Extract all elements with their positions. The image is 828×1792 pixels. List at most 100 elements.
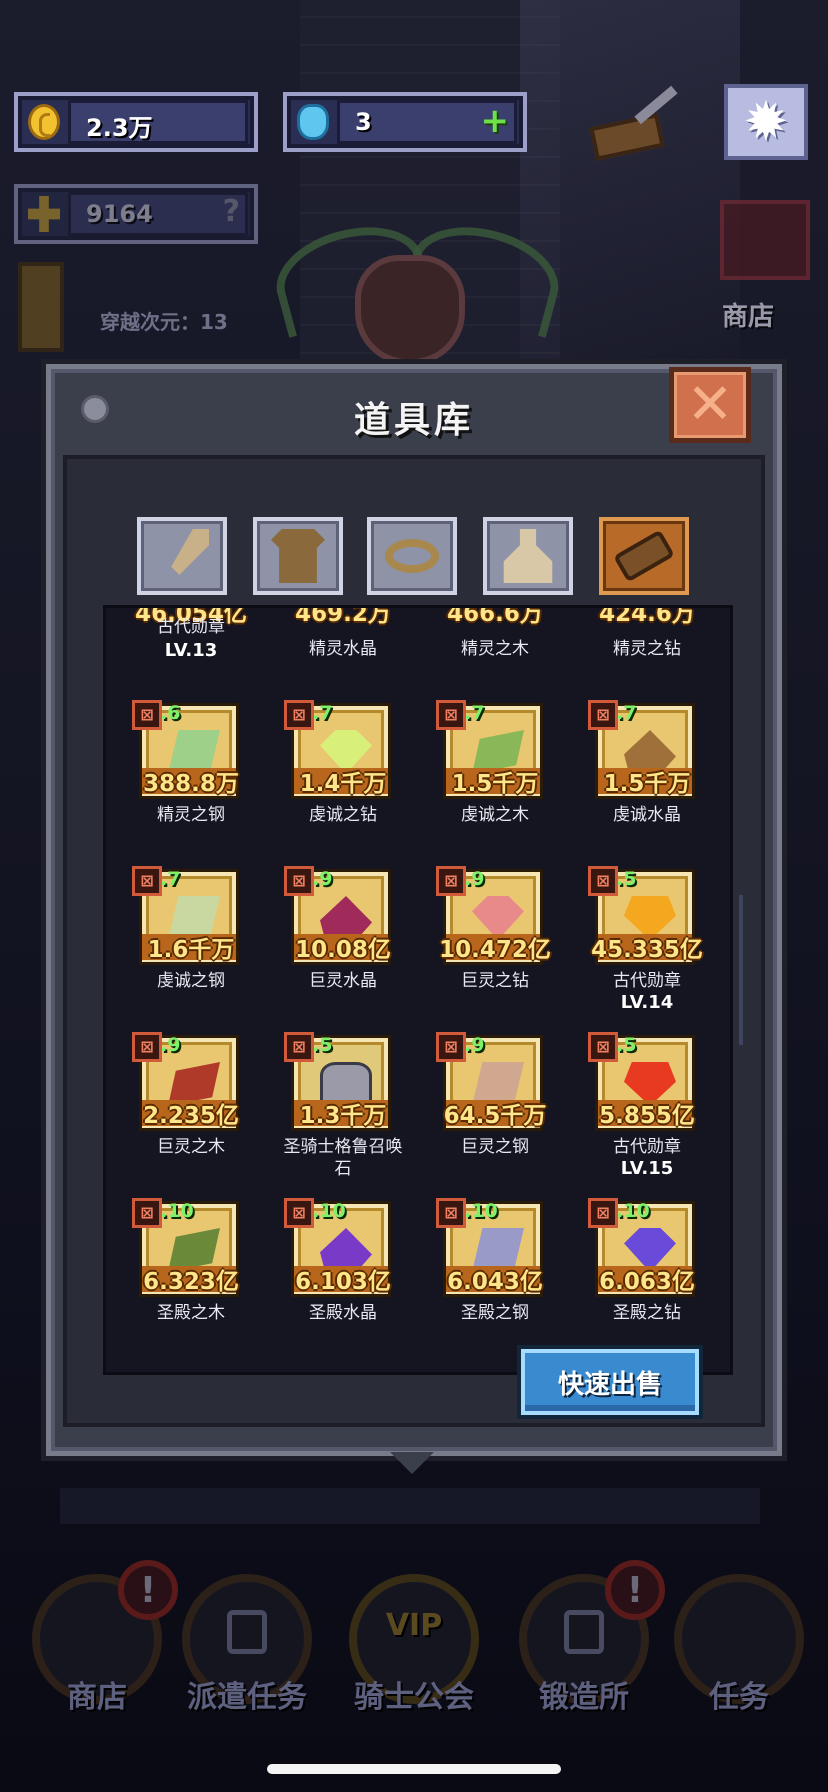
item-cell[interactable]: ⊠ .10 6.323亿圣殿之木 (116, 1198, 266, 1366)
category-tabs (137, 517, 697, 597)
tab-weapons[interactable] (137, 517, 227, 595)
item-cell[interactable]: ⊠ .10 6.103亿 圣殿水晶 (268, 1198, 418, 1366)
settings-button[interactable]: ✹ (724, 84, 808, 160)
ring-icon (385, 539, 439, 573)
item-grid[interactable]: 46.054亿 古代勋章 LV.13 469.2万 精灵水晶 466.6万 精灵… (103, 605, 733, 1375)
power-value: 9164 (86, 200, 153, 228)
item-name: 圣殿水晶 (309, 1303, 377, 1323)
tab-accessories[interactable] (367, 517, 457, 595)
log-icon (613, 529, 675, 583)
lock-toggle-icon[interactable]: ⊠ (132, 866, 162, 896)
item-cell[interactable]: ⊠ .9 2.235亿巨灵之木 (116, 1032, 266, 1200)
item-count: 1.5千万 (451, 771, 539, 797)
item-tier: .5 (312, 1034, 333, 1056)
item-cell[interactable]: ⊠ .7 1.5千万 虔诚之木 (420, 700, 570, 868)
item-cell[interactable]: ⊠ .7 1.5千万 虔诚水晶 (572, 700, 722, 868)
item-tier: .9 (464, 868, 485, 890)
lock-toggle-icon[interactable]: ⊠ (132, 1198, 162, 1228)
gold-counter: 2.3万 (14, 92, 258, 152)
quick-sell-button[interactable]: 快速出售 (521, 1349, 699, 1415)
item-name: 精灵之钻 (613, 639, 681, 659)
potion-icon (503, 529, 553, 583)
lock-toggle-icon[interactable]: ⊠ (436, 700, 466, 730)
home-indicator[interactable] (267, 1764, 561, 1774)
lock-icon (564, 1610, 604, 1654)
scrollbar[interactable] (739, 895, 743, 1045)
item-count: 10.472亿 (439, 937, 551, 963)
travel-dimension-label: 穿越次元：13 (100, 310, 228, 334)
gear-icon: ✹ (743, 90, 789, 153)
item-cell[interactable]: ⊠ .5 1.3千万 圣骑士格鲁召唤石 (268, 1032, 418, 1200)
item-name: 精灵之木 (461, 639, 529, 659)
item-level-label: LV.14 (620, 992, 674, 1013)
item-count: 466.6万 (447, 605, 543, 627)
item-cell[interactable]: ⊠ .9 10.472亿巨灵之钻 (420, 866, 570, 1034)
tab-armor[interactable] (253, 517, 343, 595)
item-name: 圣殿之钻 (613, 1303, 681, 1323)
lock-toggle-icon[interactable]: ⊠ (436, 866, 466, 896)
nav-label: 派遣任务 (187, 1680, 307, 1715)
item-name: 圣殿之木 (157, 1303, 225, 1323)
item-cell[interactable]: ⊠ .5 5.855亿 古代勋章 LV.15 (572, 1032, 722, 1200)
tab-materials[interactable] (599, 517, 689, 595)
alert-icon: ! (605, 1560, 665, 1620)
hammer-icon[interactable] (589, 85, 682, 161)
nav-knight-guild[interactable]: VIP 骑士公会 (339, 1560, 489, 1720)
lock-toggle-icon[interactable]: ⊠ (284, 866, 314, 896)
sword-icon (171, 529, 209, 575)
gem-value: 3 (355, 108, 372, 136)
lock-toggle-icon[interactable]: ⊠ (132, 1032, 162, 1062)
lock-toggle-icon[interactable]: ⊠ (436, 1198, 466, 1228)
item-cell[interactable]: ⊠ .5 45.335亿 古代勋章 LV.14 (572, 866, 722, 1034)
gold-value: 2.3万 (86, 114, 153, 142)
nav-shop[interactable]: ! 商店 (22, 1560, 178, 1720)
nav-forge[interactable]: ! 锻造所 (509, 1560, 665, 1720)
item-name: 虔诚之钻 (309, 805, 377, 825)
armor-icon (271, 529, 325, 583)
item-cell[interactable]: ⊠ .9 10.08亿 巨灵水晶 (268, 866, 418, 1034)
item-name: 虔诚之木 (461, 805, 529, 825)
item-name: 巨灵之钢 (461, 1137, 529, 1157)
lock-toggle-icon[interactable]: ⊠ (588, 1032, 618, 1062)
lock-toggle-icon[interactable]: ⊠ (284, 1032, 314, 1062)
item-cell[interactable]: ⊠ .6 388.8万 精灵之钢 (116, 700, 266, 868)
item-cell[interactable]: ⊠ .10 6.043亿 圣殿之钢 (420, 1198, 570, 1366)
nav-label: 任务 (709, 1680, 769, 1715)
help-icon[interactable]: ? (223, 194, 240, 229)
lock-toggle-icon[interactable]: ⊠ (132, 700, 162, 730)
tab-potions[interactable] (483, 517, 573, 595)
item-count: 2.235亿 (143, 1103, 239, 1129)
lock-toggle-icon[interactable]: ⊠ (436, 1032, 466, 1062)
side-shop-button[interactable]: 商店 (700, 200, 812, 332)
item-cell[interactable]: ⊠ .9 64.5千万 巨灵之钢 (420, 1032, 570, 1200)
lock-toggle-icon[interactable]: ⊠ (284, 1198, 314, 1228)
item-name: 圣骑士格鲁召唤石 (283, 1137, 403, 1179)
item-cell[interactable]: ⊠ .7 1.6千万 虔诚之钢 (116, 866, 266, 1034)
lock-toggle-icon[interactable]: ⊠ (284, 700, 314, 730)
item-count: 10.08亿 (295, 937, 391, 963)
item-name: 巨灵之钻 (461, 971, 529, 991)
item-name: 巨灵之木 (157, 1137, 225, 1157)
close-button[interactable]: ✕ (669, 367, 751, 443)
item-cell[interactable]: ⊠ .10 6.063亿 圣殿之钻 (572, 1198, 722, 1366)
item-tier: .10 (160, 1200, 194, 1222)
item-count: 469.2万 (295, 605, 391, 627)
add-gems-button[interactable]: + (481, 104, 510, 138)
item-count: 1.4千万 (299, 771, 387, 797)
nav-quests[interactable]: 任务 (664, 1560, 814, 1720)
item-count: 6.323亿 (143, 1269, 239, 1295)
item-tier: .9 (160, 1034, 181, 1056)
lock-toggle-icon[interactable]: ⊠ (588, 866, 618, 896)
item-name: 古代勋章 (613, 971, 681, 991)
lock-toggle-icon[interactable]: ⊠ (588, 1198, 618, 1228)
item-cell[interactable]: ⊠ .7 1.4千万 虔诚之钻 (268, 700, 418, 868)
shelf-decoration (60, 1488, 760, 1524)
item-tier: .5 (616, 1034, 637, 1056)
item-name: 精灵之钢 (157, 805, 225, 825)
item-tier: .9 (312, 868, 333, 890)
gem-icon (297, 104, 329, 140)
lock-toggle-icon[interactable]: ⊠ (588, 700, 618, 730)
nav-dispatch[interactable]: 派遣任务 (172, 1560, 322, 1720)
item-level-label: LV.15 (620, 1158, 674, 1179)
power-icon (28, 196, 60, 232)
